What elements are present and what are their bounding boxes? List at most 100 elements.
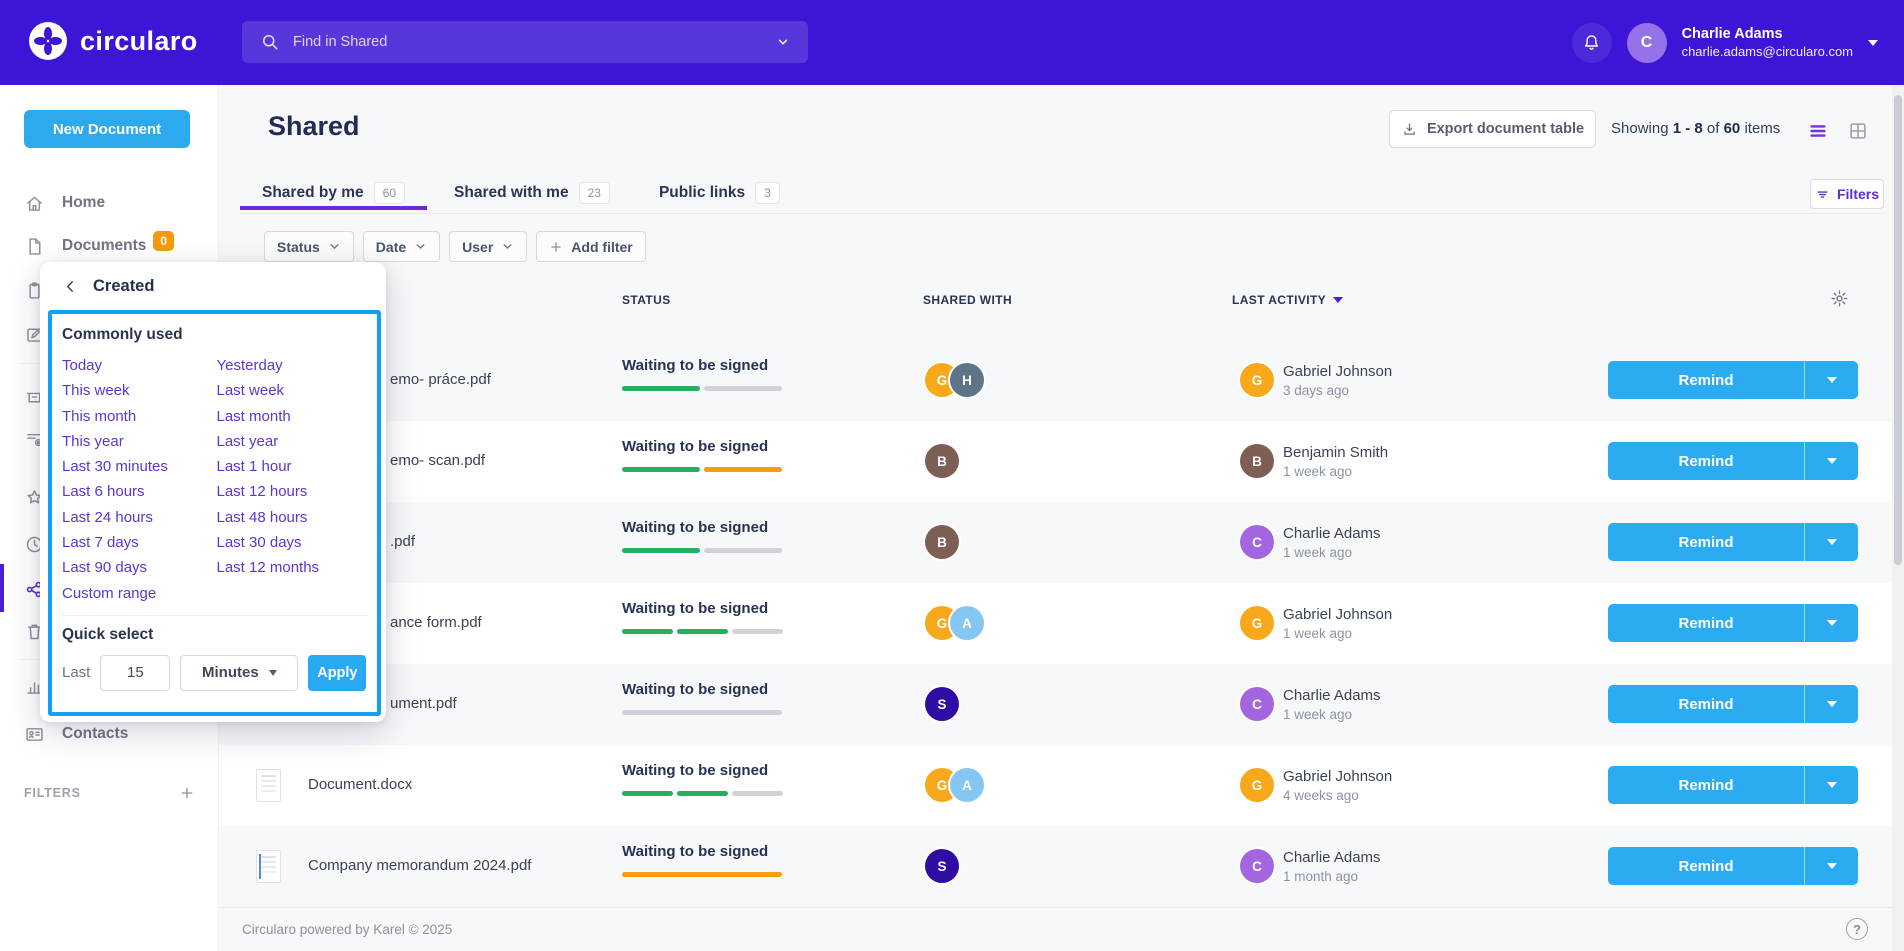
date-option[interactable]: Last 30 days (215, 530, 370, 555)
user-info[interactable]: Charlie Adams charlie.adams@circularo.co… (1682, 26, 1853, 59)
remind-button[interactable]: Remind (1608, 685, 1858, 723)
global-search[interactable]: Find in Shared (242, 21, 808, 63)
date-option[interactable]: Custom range (60, 581, 215, 606)
grid-view-toggle[interactable] (1845, 118, 1871, 144)
table-row[interactable]: ance form.pdf Waiting to be signed G A G (219, 583, 1904, 664)
status-cell: Waiting to be signed (622, 438, 782, 472)
filter-chip-status[interactable]: Status (264, 231, 354, 262)
add-filter-button[interactable]: Add filter (536, 231, 645, 262)
column-last-activity[interactable]: LAST ACTIVITY (1232, 293, 1343, 307)
sidebar-item-documents[interactable]: Documents 0 (24, 233, 196, 259)
date-option[interactable]: Last 12 hours (215, 479, 370, 504)
shared-with-avatars[interactable]: B (925, 525, 959, 559)
user-avatar[interactable]: C (1627, 23, 1667, 63)
shared-with-avatars[interactable]: G A (925, 768, 984, 802)
shared-with-avatars[interactable]: S (925, 849, 959, 883)
table-settings-gear-icon[interactable] (1830, 289, 1849, 308)
remind-button[interactable]: Remind (1608, 766, 1858, 804)
filters-button[interactable]: Filters (1810, 179, 1884, 209)
documents-badge: 0 (153, 231, 174, 251)
avatar: S (925, 687, 959, 721)
document-name[interactable]: emo- práce.pdf (390, 371, 491, 388)
table-row[interactable]: Company memorandum 2024.pdf Waiting to b… (219, 826, 1904, 907)
shared-with-avatars[interactable]: B (925, 444, 959, 478)
table-row[interactable]: .pdf Waiting to be signed B C Charlie Ad… (219, 502, 1904, 583)
filter-chip-date[interactable]: Date (363, 231, 440, 262)
date-option[interactable]: Last 6 hours (60, 479, 215, 504)
status-cell: Waiting to be signed (622, 357, 782, 391)
table-row[interactable]: emo- práce.pdf Waiting to be signed G H … (219, 340, 1904, 421)
scrollbar-track[interactable] (1892, 85, 1904, 951)
apply-button[interactable]: Apply (308, 655, 366, 691)
user-menu-caret-icon[interactable] (1868, 40, 1878, 46)
last-activity-cell: G Gabriel Johnson 4 weeks ago (1240, 768, 1392, 803)
sidebar-item-home[interactable]: Home (24, 190, 105, 216)
remind-button[interactable]: Remind (1608, 442, 1858, 480)
document-name[interactable]: Document.docx (308, 776, 412, 793)
date-option[interactable]: This month (60, 404, 215, 429)
shared-with-avatars[interactable]: G A (925, 606, 984, 640)
date-option[interactable]: Last 30 minutes (60, 454, 215, 479)
search-icon (260, 32, 280, 52)
date-option[interactable]: Last 1 hour (215, 454, 370, 479)
remind-button[interactable]: Remind (1608, 361, 1858, 399)
shared-with-avatars[interactable]: S (925, 687, 959, 721)
scrollbar-thumb[interactable] (1894, 95, 1902, 565)
date-option[interactable]: Last 12 months (215, 555, 370, 580)
filter-chip-user[interactable]: User (449, 231, 527, 262)
table-row[interactable]: ument.pdf Waiting to be signed S C Charl… (219, 664, 1904, 745)
date-option[interactable]: Last 48 hours (215, 505, 370, 530)
activity-time: 1 week ago (1283, 545, 1381, 560)
table-row[interactable]: Document.docx Waiting to be signed G A G (219, 745, 1904, 826)
remind-dropdown-caret[interactable] (1805, 523, 1858, 561)
document-name[interactable]: .pdf (390, 533, 415, 550)
showing-total: 60 (1724, 120, 1741, 137)
remind-button[interactable]: Remind (1608, 604, 1858, 642)
quantity-input[interactable] (100, 655, 170, 691)
help-button[interactable]: ? (1846, 918, 1868, 940)
notifications-button[interactable] (1572, 23, 1612, 63)
add-saved-filter-button[interactable] (179, 785, 195, 801)
brand-logo[interactable]: circularo (28, 21, 198, 61)
document-name[interactable]: ance form.pdf (390, 614, 482, 631)
export-document-table-button[interactable]: Export document table (1389, 110, 1596, 148)
date-option[interactable]: Last year (215, 429, 370, 454)
activity-time: 1 week ago (1283, 626, 1392, 641)
date-option[interactable]: Today (60, 353, 215, 378)
search-scope-chevron-icon[interactable] (776, 35, 790, 49)
date-option[interactable]: Yesterday (215, 353, 370, 378)
list-view-toggle[interactable] (1805, 118, 1831, 144)
new-document-button[interactable]: New Document (24, 110, 190, 148)
tab-shared-by-me[interactable]: Shared by me 60 (240, 173, 427, 210)
showing-of: of (1707, 120, 1720, 137)
sidebar-item-contacts[interactable]: Contacts (24, 721, 128, 747)
remind-dropdown-caret[interactable] (1805, 766, 1858, 804)
remind-label: Remind (1608, 523, 1805, 561)
date-option[interactable]: Last week (215, 378, 370, 403)
date-option[interactable]: Last 90 days (60, 555, 215, 580)
remind-dropdown-caret[interactable] (1805, 442, 1858, 480)
filter-chips-row: Status Date User Add filter (264, 231, 646, 262)
date-option[interactable]: This week (60, 378, 215, 403)
progress-bar (622, 467, 782, 472)
remind-button[interactable]: Remind (1608, 523, 1858, 561)
remind-button[interactable]: Remind (1608, 847, 1858, 885)
document-name[interactable]: Company memorandum 2024.pdf (308, 857, 531, 874)
document-name[interactable]: emo- scan.pdf (390, 452, 485, 469)
caret-down-icon (1827, 863, 1837, 869)
date-option[interactable]: This year (60, 429, 215, 454)
remind-dropdown-caret[interactable] (1805, 604, 1858, 642)
remind-dropdown-caret[interactable] (1805, 685, 1858, 723)
date-option[interactable]: Last 7 days (60, 530, 215, 555)
date-option[interactable]: Last month (215, 404, 370, 429)
date-option[interactable]: Last 24 hours (60, 505, 215, 530)
back-chevron-icon[interactable] (62, 278, 79, 295)
shared-with-avatars[interactable]: G H (925, 363, 984, 397)
unit-select[interactable]: Minutes (180, 655, 298, 691)
remind-dropdown-caret[interactable] (1805, 847, 1858, 885)
table-row[interactable]: emo- scan.pdf Waiting to be signed B B B… (219, 421, 1904, 502)
document-name[interactable]: ument.pdf (390, 695, 457, 712)
tab-shared-with-me[interactable]: Shared with me 23 (432, 173, 632, 210)
remind-dropdown-caret[interactable] (1805, 361, 1858, 399)
tab-public-links[interactable]: Public links 3 (637, 173, 802, 210)
